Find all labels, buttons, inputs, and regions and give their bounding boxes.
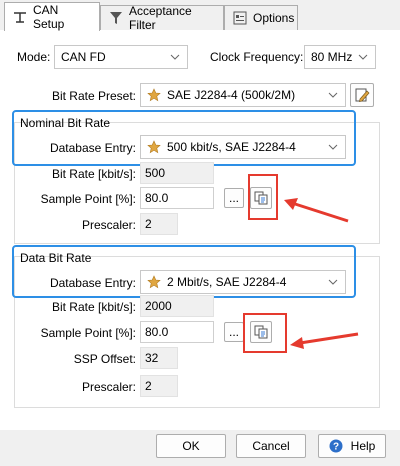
tab-acceptance-filter-label: Acceptance Filter — [129, 4, 192, 32]
cancel-button[interactable]: Cancel — [236, 434, 306, 458]
edit-pencil-icon — [355, 88, 370, 102]
chevron-down-icon — [358, 54, 368, 60]
star-icon — [147, 140, 161, 154]
star-icon — [147, 275, 161, 289]
help-label: Help — [350, 439, 376, 453]
star-icon — [147, 88, 161, 102]
nominal-bitrate-field: 500 — [140, 162, 214, 184]
tab-options-label: Options — [253, 11, 295, 25]
preset-label: Bit Rate Preset: — [51, 89, 136, 103]
svg-text:?: ? — [333, 442, 339, 453]
chevron-down-icon — [170, 54, 180, 60]
tab-options[interactable]: Options — [224, 5, 298, 30]
nominal-bitrate-label: Bit Rate [kbit/s]: — [51, 167, 136, 181]
nominal-annotation-box — [248, 174, 278, 220]
nominal-prescaler-field: 2 — [140, 213, 178, 235]
preset-select[interactable]: SAE J2284-4 (500k/2M) — [140, 83, 346, 107]
preset-value: SAE J2284-4 (500k/2M) — [167, 88, 296, 102]
data-sample-field[interactable]: 80.0 — [140, 321, 214, 343]
help-icon: ? — [329, 439, 343, 453]
data-db-select[interactable]: 2 Mbit/s, SAE J2284-4 — [140, 270, 346, 294]
nominal-prescaler-label: Prescaler: — [81, 218, 136, 232]
data-prescaler-field: 2 — [140, 375, 178, 397]
chevron-down-icon — [328, 92, 338, 98]
annotation-arrow-nominal — [284, 198, 349, 223]
data-ssp-field: 32 — [140, 347, 178, 369]
data-rate-title: Data Bit Rate — [20, 251, 92, 265]
data-db-label: Database Entry: — [49, 276, 136, 290]
help-button[interactable]: ? Help — [318, 434, 386, 458]
can-setup-icon — [14, 12, 26, 23]
nominal-title: Nominal Bit Rate — [20, 116, 111, 130]
options-icon — [233, 11, 247, 25]
data-bitrate-field: 2000 — [140, 295, 214, 317]
mode-label: Mode: — [17, 50, 51, 64]
mode-value: CAN FD — [61, 50, 106, 64]
edit-preset-button[interactable] — [350, 83, 374, 107]
data-bitrate-label: Bit Rate [kbit/s]: — [51, 300, 136, 314]
data-prescaler-label: Prescaler: — [81, 380, 136, 394]
chevron-down-icon — [328, 279, 338, 285]
tab-acceptance-filter[interactable]: Acceptance Filter — [100, 4, 224, 32]
tab-bar: CAN Setup Acceptance Filter Options — [0, 0, 400, 32]
filter-icon — [110, 12, 122, 24]
tab-can-setup[interactable]: CAN Setup — [4, 2, 100, 31]
annotation-arrow-data — [290, 332, 359, 349]
tab-can-setup-label: CAN Setup — [33, 3, 65, 31]
nominal-db-select[interactable]: 500 kbit/s, SAE J2284-4 — [140, 135, 346, 159]
nominal-ellipsis-button[interactable]: ... — [224, 188, 244, 208]
data-ellipsis-button[interactable]: ... — [224, 322, 244, 342]
chevron-down-icon — [328, 144, 338, 150]
data-ssp-label: SSP Offset: — [73, 352, 136, 366]
nominal-sample-label: Sample Point [%]: — [40, 192, 136, 206]
ok-button[interactable]: OK — [156, 434, 226, 458]
data-sample-label: Sample Point [%]: — [40, 326, 136, 340]
mode-select[interactable]: CAN FD — [54, 45, 188, 69]
data-db-value: 2 Mbit/s, SAE J2284-4 — [167, 275, 287, 289]
clock-select[interactable]: 80 MHz — [304, 45, 376, 69]
data-annotation-box — [243, 313, 287, 353]
nominal-sample-field[interactable]: 80.0 — [140, 187, 214, 209]
nominal-db-value: 500 kbit/s, SAE J2284-4 — [167, 140, 296, 154]
clock-label: Clock Frequency: — [210, 50, 304, 64]
nominal-db-label: Database Entry: — [49, 141, 136, 155]
clock-value: 80 MHz — [311, 50, 353, 64]
